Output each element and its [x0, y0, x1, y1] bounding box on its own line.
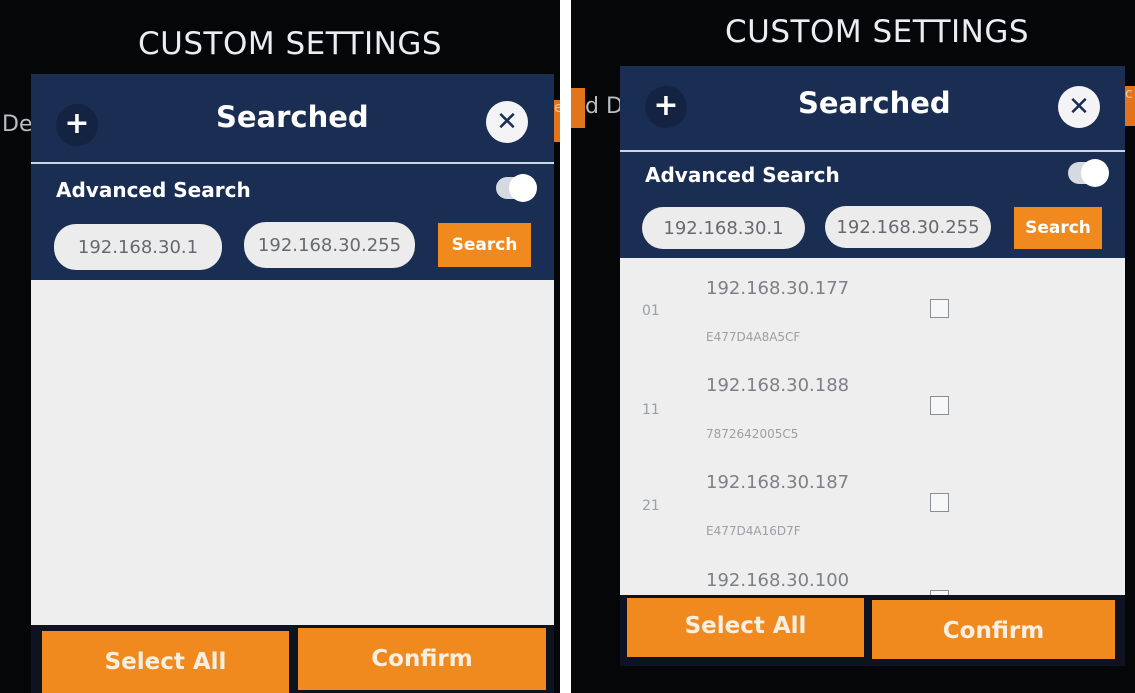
row-ip-address: 192.168.30.188 — [706, 375, 850, 396]
add-icon[interactable]: + — [645, 86, 687, 128]
dialog-footer: Select All Confirm — [620, 595, 1125, 666]
list-item[interactable]: 21 192.168.30.187 E477D4A16D7F — [620, 452, 1125, 549]
background-search-button — [571, 88, 585, 128]
dialog-footer: Select All Confirm — [31, 625, 554, 693]
dialog-title: Searched — [216, 100, 369, 134]
row-mac-address: E477D4A16D7F — [706, 524, 801, 538]
row-index: 01 — [642, 303, 660, 319]
dialog-title: Searched — [798, 86, 951, 120]
dialog-title-bar: + Searched ✕ — [31, 74, 554, 162]
background-device-label: De — [2, 112, 33, 137]
list-item[interactable]: 01 192.168.30.177 E477D4A8A5CF — [620, 258, 1125, 355]
row-ip-address: 192.168.30.187 — [706, 472, 850, 493]
header-divider — [31, 162, 554, 164]
select-all-button[interactable]: Select All — [42, 631, 289, 693]
list-item[interactable]: 11 192.168.30.188 7872642005C5 — [620, 355, 1125, 452]
row-checkbox[interactable] — [930, 299, 949, 318]
dialog-title-bar: + Searched ✕ — [620, 66, 1125, 150]
start-ip-input[interactable] — [642, 207, 805, 249]
row-checkbox[interactable] — [930, 396, 949, 415]
row-ip-address: 192.168.30.100 — [706, 570, 850, 591]
advanced-search-toggle[interactable] — [496, 174, 537, 202]
confirm-button[interactable]: Confirm — [872, 600, 1115, 659]
row-index: 11 — [642, 402, 660, 418]
end-ip-input[interactable] — [825, 206, 991, 248]
search-button[interactable]: Search — [438, 223, 531, 267]
select-all-button[interactable]: Select All — [627, 598, 864, 657]
background-search-button: ear — [554, 100, 560, 142]
page-title: CUSTOM SETTINGS — [138, 26, 443, 62]
device-list[interactable] — [31, 280, 554, 625]
dialog-header: + Searched ✕ Advanced Search Search — [620, 66, 1125, 258]
search-button[interactable]: Search — [1014, 207, 1102, 249]
searched-dialog: + Searched ✕ Advanced Search Search Sele… — [31, 74, 554, 693]
start-ip-input[interactable] — [54, 224, 222, 270]
row-mac-address: E477D4A8A5CF — [706, 330, 801, 344]
close-icon[interactable]: ✕ — [1058, 86, 1100, 128]
close-icon[interactable]: ✕ — [486, 101, 528, 143]
row-index: 21 — [642, 498, 660, 514]
row-mac-address: 7872642005C5 — [706, 427, 799, 441]
add-icon[interactable]: + — [56, 104, 98, 146]
advanced-search-toggle[interactable] — [1068, 159, 1109, 187]
screenshot-left: CUSTOM SETTINGS De ear + Searched ✕ Adva… — [0, 0, 560, 693]
dialog-header: + Searched ✕ Advanced Search Search — [31, 74, 554, 280]
end-ip-input[interactable] — [244, 222, 415, 268]
toggle-knob — [509, 174, 537, 202]
screenshot-right: CUSTOM SETTINGS d De c + Searched ✕ Adva… — [571, 0, 1135, 693]
advanced-search-label: Advanced Search — [56, 178, 251, 202]
row-ip-address: 192.168.30.177 — [706, 278, 850, 299]
device-list[interactable]: 01 192.168.30.177 E477D4A8A5CF 11 192.16… — [620, 258, 1125, 609]
advanced-search-label: Advanced Search — [645, 163, 840, 187]
confirm-button[interactable]: Confirm — [298, 628, 546, 690]
page-title: CUSTOM SETTINGS — [725, 14, 1030, 50]
row-checkbox[interactable] — [930, 493, 949, 512]
searched-dialog: + Searched ✕ Advanced Search Search 01 1… — [620, 66, 1125, 666]
header-divider — [620, 150, 1125, 152]
toggle-knob — [1081, 159, 1109, 187]
background-search-button-right: c — [1125, 86, 1135, 126]
